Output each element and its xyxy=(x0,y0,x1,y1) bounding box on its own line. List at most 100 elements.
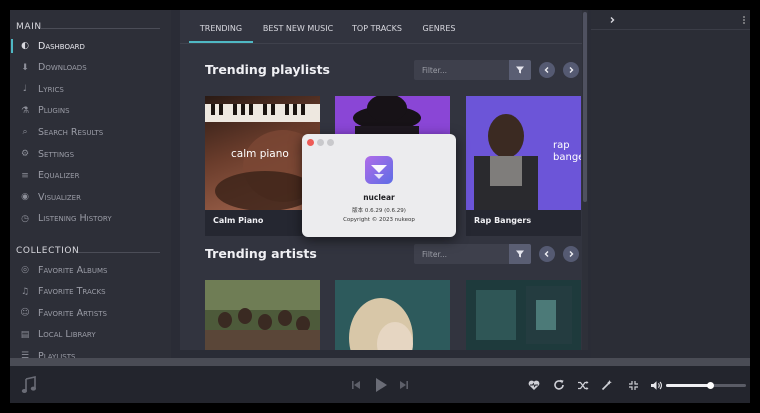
close-window-button[interactable] xyxy=(307,139,314,146)
next-track-button[interactable] xyxy=(398,379,410,391)
album-cover-placeholder[interactable] xyxy=(18,374,40,396)
sidebar-item-lyrics[interactable]: ♩ Lyrics xyxy=(10,79,170,99)
expand-panel-button[interactable] xyxy=(605,13,619,27)
folder-icon: ▤ xyxy=(20,329,30,340)
artist-card-2[interactable] xyxy=(335,280,450,350)
sidebar-item-settings[interactable]: ⚙ Settings xyxy=(10,144,170,164)
about-dialog: nuclear 版本 0.6.29 (0.6.29) Copyright © 2… xyxy=(302,134,456,237)
volume-slider[interactable] xyxy=(666,382,746,389)
sidebar-item-favorite-albums[interactable]: ◎ Favorite Albums xyxy=(10,260,170,280)
sidebar-item-label: Local Library xyxy=(38,329,96,341)
compress-icon xyxy=(628,380,638,390)
artists-next-button[interactable] xyxy=(563,246,579,262)
sidebar-item-label: Listening History xyxy=(38,213,112,225)
artists-filter-button[interactable] xyxy=(509,244,531,264)
sidebar-item-favorite-tracks[interactable]: ♫ Favorite Tracks xyxy=(10,282,170,302)
chevron-right-icon xyxy=(569,251,574,257)
play-button[interactable] xyxy=(373,377,389,393)
sidebar-item-visualizer[interactable]: ◉ Visualizer xyxy=(10,187,170,207)
play-icon xyxy=(376,378,387,392)
artists-filter[interactable] xyxy=(414,244,510,264)
chevron-right-icon xyxy=(610,17,615,23)
seek-bar[interactable] xyxy=(10,358,750,366)
love-button[interactable] xyxy=(527,378,541,392)
section-label-main: MAIN xyxy=(16,22,42,32)
sidebar-item-favorite-artists[interactable]: ☺ Favorite Artists xyxy=(10,303,170,323)
chevron-left-icon xyxy=(544,251,549,257)
dialog-copyright: Copyright © 2023 nukeop xyxy=(343,217,415,223)
tab-trending[interactable]: TRENDING xyxy=(189,10,253,43)
sidebar-item-label: Dashboard xyxy=(38,40,85,52)
history-icon: ◷ xyxy=(21,213,29,224)
download-icon: ⬇ xyxy=(21,62,29,73)
previous-track-button[interactable] xyxy=(350,379,362,391)
user-icon: ☺ xyxy=(20,308,30,319)
playlist-art-text: calm piano xyxy=(231,148,289,160)
sidebar-section-collection: COLLECTION xyxy=(10,246,160,256)
flask-icon: ⚗ xyxy=(20,105,30,116)
search-icon: ⌕ xyxy=(22,127,28,138)
mute-button[interactable] xyxy=(649,378,663,392)
sidebar-section-main: MAIN xyxy=(10,22,160,32)
sidebar-item-label: Settings xyxy=(38,148,75,160)
music-note-icon xyxy=(21,376,36,393)
mini-player-button[interactable] xyxy=(626,378,640,392)
playlists-filter[interactable] xyxy=(414,60,510,80)
sidebar: MAIN ◐ Dashboard ⬇ Downloads ♩ Lyrics ⚗ Plugins… xyxy=(10,10,171,358)
shuffle-button[interactable] xyxy=(576,378,590,392)
artist-photo xyxy=(466,280,581,350)
sidebar-item-dashboard[interactable]: ◐ Dashboard xyxy=(10,36,170,56)
sidebar-item-label: Plugins xyxy=(38,105,70,117)
sidebar-item-listening-history[interactable]: ◷ Listening History xyxy=(10,209,170,229)
list-icon: ☰ xyxy=(20,351,30,358)
artist-card-1[interactable] xyxy=(205,280,320,350)
sidebar-item-label: Lyrics xyxy=(38,83,64,95)
playlists-prev-button[interactable] xyxy=(539,62,555,78)
volume-knob[interactable] xyxy=(706,382,714,389)
artists-prev-button[interactable] xyxy=(539,246,555,262)
panel-menu-button[interactable] xyxy=(739,13,749,27)
skip-back-icon xyxy=(352,381,360,389)
tab-best-new-music[interactable]: BEST NEW MUSIC xyxy=(260,10,336,43)
nuclear-logo-icon xyxy=(365,156,393,184)
zoom-window-button[interactable] xyxy=(327,139,334,146)
sidebar-item-search-results[interactable]: ⌕ Search Results xyxy=(10,122,170,142)
app-window: MAIN ◐ Dashboard ⬇ Downloads ♩ Lyrics ⚗ Plugins… xyxy=(10,10,750,403)
trending-playlists-heading: Trending playlists xyxy=(205,62,330,77)
sidebar-item-label: Downloads xyxy=(38,62,87,74)
artist-card-3[interactable] xyxy=(466,280,581,350)
tab-bar: TRENDING BEST NEW MUSIC TOP TRACKS GENRE… xyxy=(180,10,582,44)
playlists-next-button[interactable] xyxy=(563,62,579,78)
dashboard-icon: ◐ xyxy=(21,41,29,51)
playlists-filter-input[interactable] xyxy=(414,60,510,80)
repeat-button[interactable] xyxy=(552,378,566,392)
playlist-name: Rap Bangers xyxy=(474,216,532,225)
music-note-icon: ♫ xyxy=(20,286,30,297)
right-panel-topbar xyxy=(591,10,750,30)
magic-wand-icon xyxy=(601,380,612,391)
section-label-collection: COLLECTION xyxy=(16,246,80,256)
sidebar-item-plugins[interactable]: ⚗ Plugins xyxy=(10,101,170,121)
main-scrollbar-thumb[interactable] xyxy=(583,12,587,202)
playlists-filter-button[interactable] xyxy=(509,60,531,80)
sidebar-item-playlists[interactable]: ☰ Playlists xyxy=(10,346,170,358)
artists-filter-input[interactable] xyxy=(414,244,510,264)
filter-icon xyxy=(516,250,524,258)
volume-icon xyxy=(650,380,662,390)
sidebar-item-label: Search Results xyxy=(38,126,104,138)
sidebar-item-local-library[interactable]: ▤ Local Library xyxy=(10,325,170,345)
sidebar-item-equalizer[interactable]: ≡ Equalizer xyxy=(10,166,170,186)
sidebar-item-downloads[interactable]: ⬇ Downloads xyxy=(10,58,170,78)
tab-top-tracks[interactable]: TOP TRACKS xyxy=(346,10,408,43)
heart-pulse-icon xyxy=(528,380,540,390)
playlist-art: rap bangers xyxy=(466,96,581,210)
minimize-window-button[interactable] xyxy=(317,139,324,146)
more-vertical-icon xyxy=(743,16,745,24)
tab-genres[interactable]: GENRES xyxy=(416,10,462,43)
shuffle-icon xyxy=(578,380,589,390)
autoradio-button[interactable] xyxy=(600,378,614,392)
dialog-version: 版本 0.6.29 (0.6.29) xyxy=(352,208,406,214)
sidebar-item-label: Equalizer xyxy=(38,170,80,182)
sidebar-item-label: Favorite Tracks xyxy=(38,286,106,298)
playlist-card-rap-bangers[interactable]: rap bangers Rap Bangers xyxy=(466,96,581,236)
